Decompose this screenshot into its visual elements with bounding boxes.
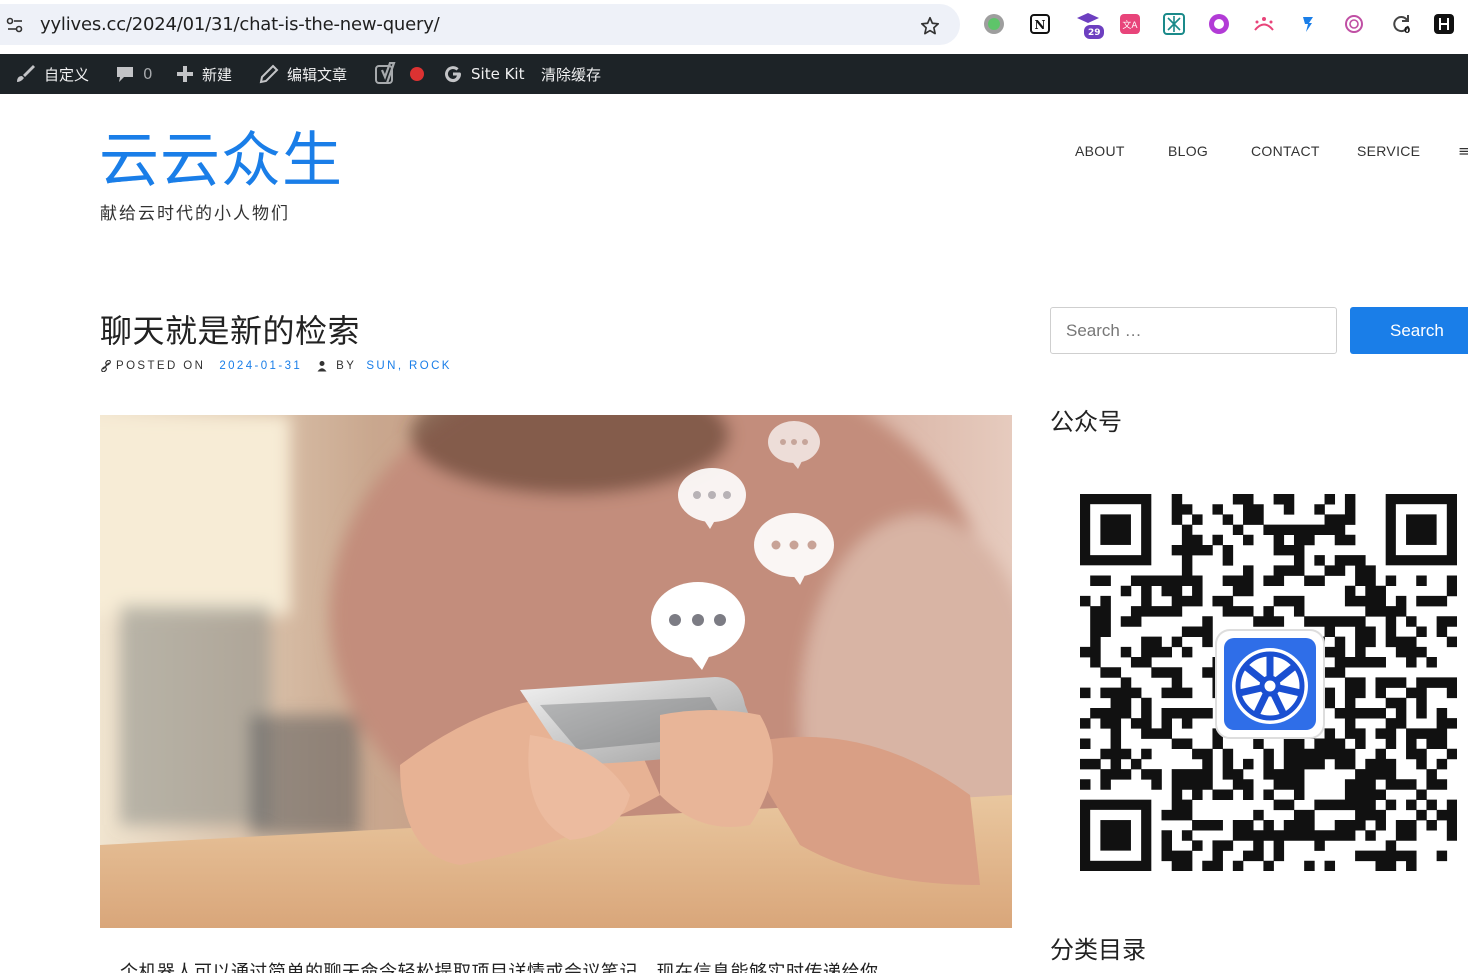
translate-extension-icon[interactable]: 文A — [1118, 12, 1142, 36]
site-description: 献给云时代的小人物们 — [100, 204, 290, 224]
site-kit-label: Site Kit — [471, 65, 525, 83]
notion-icon[interactable]: N — [1028, 12, 1052, 36]
wp-admin-bar: 自定义 0 新建 编辑文章 Site Kit 清除缓存 — [0, 54, 1468, 94]
address-bar[interactable]: yylives.cc/2024/01/31/chat-is-the-new-qu… — [0, 4, 960, 45]
search-input[interactable] — [1050, 307, 1337, 354]
plus-icon — [177, 66, 193, 82]
author-icon — [317, 361, 327, 372]
graduation-cap-extension-icon[interactable]: 29 — [1074, 12, 1104, 39]
extension-badge: 0 — [1404, 26, 1411, 36]
customize-label: 自定义 — [44, 65, 90, 84]
paintbrush-icon — [17, 65, 35, 82]
site-title[interactable]: 云云众生 — [99, 126, 343, 196]
blue-extension-icon[interactable] — [1296, 12, 1320, 36]
comments-button[interactable]: 0 — [115, 54, 153, 94]
edit-post-label: 编辑文章 — [287, 65, 348, 84]
nav-item-contact[interactable]: CONTACT — [1251, 143, 1320, 159]
seo-status-dot-icon — [410, 67, 424, 81]
by-label: BY — [336, 360, 357, 372]
svg-text:文A: 文A — [1122, 19, 1138, 31]
yoast-seo-button[interactable] — [375, 54, 433, 94]
extension-badge: 29 — [1088, 28, 1101, 38]
new-content-button[interactable]: 新建 — [176, 54, 232, 94]
author-link[interactable]: ROCK — [409, 360, 452, 372]
nav-item-blog[interactable]: BLOG — [1168, 143, 1208, 159]
sync-extension-icon[interactable]: 0 — [1386, 12, 1416, 36]
post-title: 聊天就是新的检索 — [100, 312, 361, 350]
qr-finder-pattern — [1080, 799, 1152, 871]
qr-finder-pattern — [1385, 494, 1457, 566]
customize-button[interactable]: 自定义 — [14, 54, 89, 94]
comment-icon — [117, 67, 133, 82]
post-excerpt: 个机器人可以通过简单的聊天命令轻松提取项目详情或会议笔记，现在信息能够实时传递给… — [120, 962, 879, 973]
widget-title-categories: 分类目录 — [1050, 936, 1146, 964]
clear-cache-label: 清除缓存 — [541, 65, 602, 84]
post-date-link[interactable]: 2024-01-31 — [219, 360, 302, 372]
browser-toolbar: yylives.cc/2024/01/31/chat-is-the-new-qu… — [0, 0, 1468, 54]
purple-extension-icon[interactable] — [1207, 12, 1231, 36]
bookmark-star-icon[interactable] — [919, 15, 941, 37]
new-label: 新建 — [202, 65, 233, 84]
wechat-qr-code — [1080, 494, 1457, 871]
post-meta: POSTED ON 2024-01-31 BY SUN, ROCK — [100, 360, 452, 372]
site-settings-icon[interactable] — [6, 17, 24, 33]
teal-extension-icon[interactable] — [1162, 12, 1186, 36]
url-text[interactable]: yylives.cc/2024/01/31/chat-is-the-new-qu… — [40, 14, 440, 35]
openai-extension-icon[interactable] — [1342, 12, 1366, 36]
crown-extension-icon[interactable] — [1252, 12, 1276, 36]
qr-finder-pattern — [1080, 494, 1152, 566]
link-icon — [101, 360, 111, 372]
widget-title-wechat: 公众号 — [1050, 408, 1122, 436]
posted-on-label: POSTED ON — [116, 360, 206, 372]
search-button[interactable]: Search — [1350, 307, 1468, 354]
edit-post-button[interactable]: 编辑文章 — [259, 54, 347, 94]
svg-text:N: N — [1035, 18, 1046, 32]
pencil-icon — [259, 64, 279, 84]
comments-count: 0 — [143, 65, 153, 83]
dark-extension-icon[interactable] — [1432, 12, 1456, 36]
google-g-icon — [445, 66, 462, 83]
site-kit-button[interactable]: Site Kit — [443, 54, 524, 94]
menu-toggle-icon[interactable]: ≡ — [1458, 142, 1468, 160]
author-link[interactable]: SUN — [366, 360, 397, 372]
nav-item-service[interactable]: SERVICE — [1357, 143, 1420, 159]
green-dot-extension-icon[interactable] — [982, 12, 1006, 36]
kubernetes-logo-icon — [1215, 629, 1325, 739]
yoast-icon — [375, 62, 396, 84]
featured-image — [100, 415, 1012, 928]
clear-cache-button[interactable]: 清除缓存 — [541, 54, 601, 94]
nav-item-about[interactable]: ABOUT — [1075, 143, 1125, 159]
